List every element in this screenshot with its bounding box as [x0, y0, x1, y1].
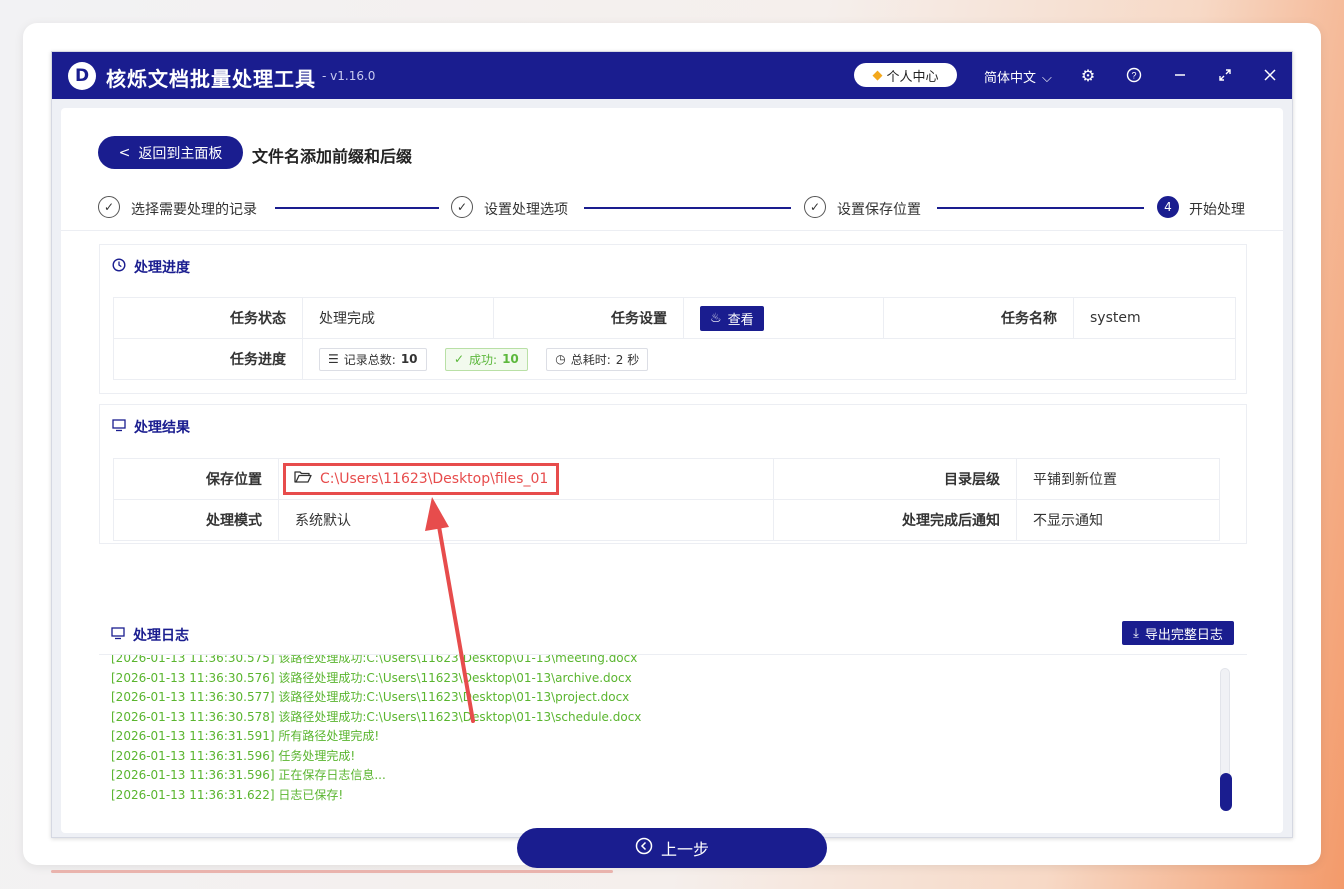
bell-icon: ♨ [710, 310, 722, 326]
log-line: [2026-01-13 11:36:31.591] 所有路径处理完成! [111, 729, 380, 743]
dir-level-key: 目录层级 [773, 458, 1017, 500]
folder-open-icon [294, 470, 312, 488]
result-section: 处理结果 保存位置 C:\Users\11623\Desktop\files_0… [99, 404, 1247, 544]
progress-heading-text: 处理进度 [134, 260, 190, 276]
progress-key: 任务进度 [113, 338, 303, 380]
success-count-badge: ✓ 成功: 10 [444, 347, 528, 371]
total-value: 10 [400, 352, 418, 366]
name-key: 任务名称 [883, 297, 1074, 339]
user-center-button[interactable]: ◆ 个人中心 [854, 63, 957, 87]
mode-value: 系统默认 [278, 499, 774, 541]
previous-step-label: 上一步 [660, 840, 709, 859]
log-line: [2026-01-13 11:36:30.575] 该路径处理成功:C:\Use… [111, 654, 638, 665]
back-to-main-button[interactable]: < 返回到主面板 [98, 136, 243, 169]
app-version: - v1.16.0 [322, 69, 376, 83]
step-4-label: 开始处理 [1189, 202, 1245, 218]
dir-level-value: 平铺到新位置 [1016, 458, 1220, 500]
step-connector [937, 207, 1144, 209]
time-label: 总耗时: [570, 352, 611, 367]
status-key: 任务状态 [113, 297, 303, 339]
notify-value: 不显示通知 [1016, 499, 1220, 541]
previous-step-button[interactable]: 上一步 [517, 828, 827, 868]
diamond-icon: ◆ [872, 67, 883, 83]
notify-key: 处理完成后通知 [773, 499, 1017, 541]
svg-text:?: ? [1131, 71, 1136, 81]
settings-key: 任务设置 [493, 297, 684, 339]
success-value: 10 [502, 352, 519, 366]
list-icon: ☰ [328, 352, 339, 366]
time-badge: ◷ 总耗时: 2 秒 [546, 347, 649, 371]
chevron-down-icon: ⌵ [1042, 71, 1052, 86]
save-location-key: 保存位置 [113, 458, 279, 500]
check-circle-icon: ✓ [453, 352, 465, 366]
user-center-label: 个人中心 [886, 69, 939, 85]
progress-value: ☰ 记录总数: 10 ✓ 成功: 10 ◷ 总耗时: 2 秒 [302, 338, 1236, 380]
clock-icon [112, 258, 126, 276]
result-table: 保存位置 C:\Users\11623\Desktop\files_01 目录层… [113, 458, 1220, 541]
chevron-left-icon: < [118, 144, 131, 161]
monitor-icon [112, 418, 126, 436]
main-content: < 返回到主面板 文件名添加前缀和后缀 ✓ 选择需要处理的记录 ✓ 设置处理选项… [61, 108, 1283, 868]
app-title: 核烁文档批量处理工具 [106, 67, 316, 91]
monitor-icon [111, 626, 125, 644]
save-location-value: C:\Users\11623\Desktop\files_01 [278, 458, 774, 500]
result-heading-text: 处理结果 [134, 420, 190, 436]
view-settings-button[interactable]: ♨ 查看 [700, 305, 764, 331]
progress-heading: 处理进度 [112, 257, 190, 277]
language-label: 简体中文 [984, 71, 1037, 86]
step-3-check-icon: ✓ [804, 196, 826, 218]
time-value: 2 秒 [615, 352, 640, 367]
success-label: 成功: [469, 352, 498, 367]
log-line: [2026-01-13 11:36:31.596] 任务处理完成! [111, 749, 356, 763]
download-icon: ⤓ [1133, 625, 1139, 641]
app-window: D 核烁文档批量处理工具 - v1.16.0 ◆ 个人中心 简体中文 ⌵ ⚙ ? … [51, 51, 1293, 868]
save-path-text: C:\Users\11623\Desktop\files_01 [320, 471, 549, 487]
log-heading: 处理日志 [111, 625, 189, 645]
minimize-icon[interactable] [1170, 65, 1190, 85]
mode-key: 处理模式 [113, 499, 279, 541]
page-title: 文件名添加前缀和后缀 [252, 147, 413, 166]
log-line: [2026-01-13 11:36:30.578] 该路径处理成功:C:\Use… [111, 710, 642, 724]
settings-value: ♨ 查看 [683, 297, 884, 339]
view-label: 查看 [727, 312, 754, 328]
total-label: 记录总数: [343, 352, 396, 367]
step-connector [275, 207, 439, 209]
name-value: system [1073, 297, 1236, 339]
help-icon[interactable]: ? [1124, 65, 1144, 85]
export-log-button[interactable]: ⤓ 导出完整日志 [1122, 621, 1234, 645]
back-label: 返回到主面板 [138, 145, 223, 162]
step-connector [584, 207, 791, 209]
progress-table: 任务状态 处理完成 任务设置 ♨ 查看 任务名称 system 任务进度 ☰ 记… [113, 297, 1236, 380]
total-count-badge: ☰ 记录总数: 10 [319, 347, 427, 371]
step-2-check-icon: ✓ [451, 196, 473, 218]
step-1-label: 选择需要处理的记录 [131, 202, 257, 218]
log-scrollbar-thumb[interactable] [1220, 773, 1232, 811]
log-panel[interactable]: [2026-01-13 11:36:30.575] 该路径处理成功:C:\Use… [99, 654, 1247, 815]
step-3-label: 设置保存位置 [837, 202, 921, 218]
clock-icon: ◷ [555, 352, 566, 366]
taskbar-strip [51, 870, 613, 873]
step-1-check-icon: ✓ [98, 196, 120, 218]
save-path-link[interactable]: C:\Users\11623\Desktop\files_01 [283, 463, 560, 495]
log-line: [2026-01-13 11:36:30.576] 该路径处理成功:C:\Use… [111, 671, 632, 685]
log-line: [2026-01-13 11:36:31.622] 日志已保存! [111, 788, 344, 802]
settings-gear-icon[interactable]: ⚙ [1078, 65, 1098, 85]
status-value: 处理完成 [302, 297, 494, 339]
language-select[interactable]: 简体中文 ⌵ [984, 67, 1052, 86]
close-icon[interactable] [1260, 65, 1280, 85]
maximize-icon[interactable] [1215, 65, 1235, 85]
step-2-label: 设置处理选项 [484, 202, 568, 218]
app-logo-icon: D [68, 62, 96, 90]
arrow-left-circle-icon [635, 837, 653, 859]
progress-section: 处理进度 任务状态 处理完成 任务设置 ♨ 查看 任务名称 system 任务进… [99, 244, 1247, 394]
export-label: 导出完整日志 [1144, 627, 1223, 643]
stepper: ✓ 选择需要处理的记录 ✓ 设置处理选项 ✓ 设置保存位置 4 开始处理 [61, 186, 1283, 231]
title-bar: D 核烁文档批量处理工具 - v1.16.0 ◆ 个人中心 简体中文 ⌵ ⚙ ? [52, 52, 1292, 99]
log-line: [2026-01-13 11:36:31.596] 正在保存日志信息... [111, 768, 386, 782]
step-4-number: 4 [1157, 196, 1179, 218]
log-heading-text: 处理日志 [133, 628, 189, 644]
result-heading: 处理结果 [112, 417, 190, 437]
log-line: [2026-01-13 11:36:30.577] 该路径处理成功:C:\Use… [111, 690, 630, 704]
